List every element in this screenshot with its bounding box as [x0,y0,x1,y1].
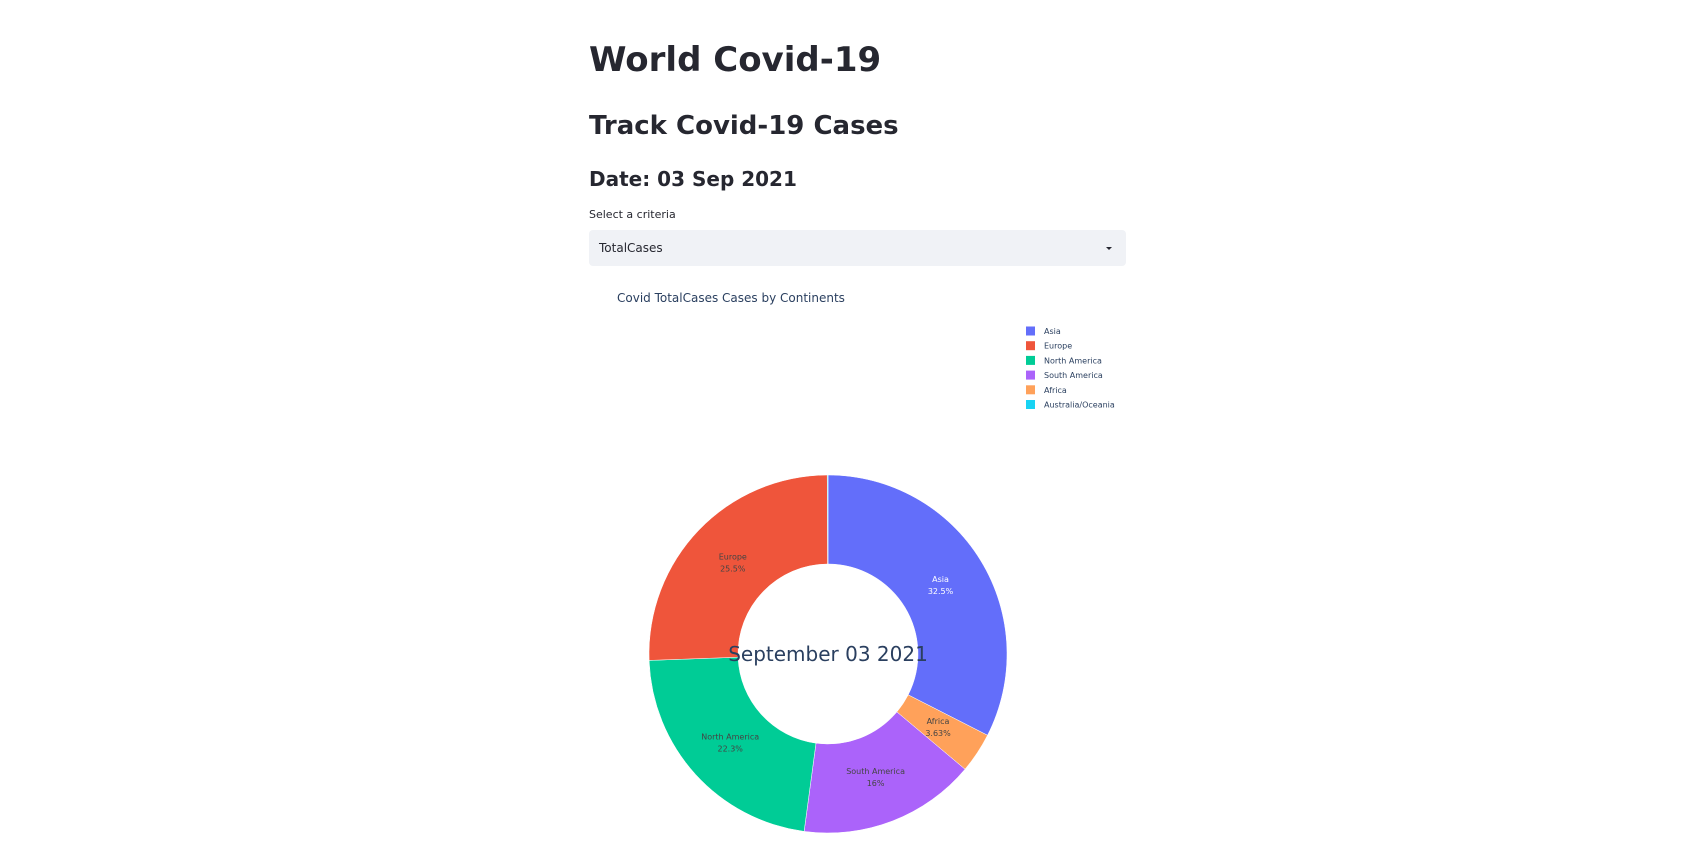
legend-swatch [1026,400,1035,409]
date-heading: Date: 03 Sep 2021 [589,167,797,191]
main-content: World Covid-19 Track Covid-19 Cases Date… [589,0,1126,857]
pie-slice[interactable] [827,474,1008,736]
legend-swatch [1026,341,1035,351]
slice-percent: 22.3% [717,745,743,754]
donut-chart: Covid TotalCases Cases by Continents Asia… [589,280,1126,857]
legend-swatch [1026,370,1035,380]
legend-item[interactable]: Europe [1026,341,1072,351]
chart-title: Covid TotalCases Cases by Continents [617,291,845,305]
chart-svg: Covid TotalCases Cases by Continents Asia… [617,291,1115,834]
pie-slice[interactable] [826,474,829,565]
legend-label: Africa [1044,386,1067,395]
slice-label: Europe [719,553,747,562]
legend-label: South America [1044,371,1103,380]
caret-down-icon [1106,247,1112,250]
legend-item[interactable]: Australia/Oceania [1026,400,1115,410]
page-title: World Covid-19 [589,40,882,80]
legend-swatch [1026,385,1035,395]
legend-label: Asia [1044,327,1061,336]
legend-item[interactable]: North America [1026,355,1102,366]
slice-percent: 25.5% [720,565,746,574]
legend-item[interactable]: Asia [1026,326,1061,337]
legend-label: Australia/Oceania [1044,401,1115,410]
legend-swatch [1026,355,1035,365]
criteria-select[interactable]: TotalCases [589,230,1126,266]
legend-label: North America [1044,356,1102,365]
legend-item[interactable]: South America [1026,370,1103,381]
center-annotation: September 03 2021 [728,642,928,666]
slice-label: South America [846,767,905,776]
slice-percent: 32.5% [928,587,954,596]
criteria-select-label: Select a criteria [589,208,676,221]
slice-label: North America [701,733,759,742]
criteria-select-value: TotalCases [599,241,663,255]
legend-swatch [1026,326,1035,336]
slice-percent: 16% [867,779,885,788]
slice-percent: 3.63% [925,729,951,738]
legend-label: Europe [1044,342,1072,351]
page-subheader: Track Covid-19 Cases [589,111,899,141]
legend-item[interactable]: Africa [1026,385,1067,395]
slice-label: Africa [927,717,950,726]
slice-label: Asia [932,575,949,584]
